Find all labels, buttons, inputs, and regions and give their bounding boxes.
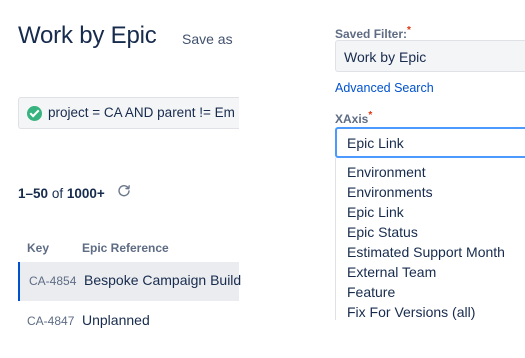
table-row[interactable]: CA-4847 Unplanned	[18, 302, 239, 341]
result-of-label: of	[51, 186, 64, 201]
result-range: 1–50	[18, 186, 49, 201]
dropdown-option[interactable]: Estimated Support Month	[336, 242, 525, 262]
advanced-search-link[interactable]: Advanced Search	[335, 81, 434, 95]
jql-query-field[interactable]: project = CA AND parent != Em	[18, 97, 239, 129]
xaxis-label-text: XAxis	[335, 112, 369, 126]
issue-key-link[interactable]: CA-4854	[29, 274, 76, 288]
check-circle-icon	[27, 106, 42, 121]
dropdown-option[interactable]: Feature	[336, 282, 525, 302]
result-count: 1–50 of 1000+	[18, 186, 105, 201]
dropdown-option[interactable]: Epic Status	[336, 222, 525, 242]
epic-reference-cell: Unplanned	[82, 312, 150, 328]
table-row[interactable]: CA-4854 Bespoke Campaign Build	[18, 262, 242, 301]
result-total: 1000+	[66, 186, 105, 201]
page-title: Work by Epic	[18, 22, 157, 49]
column-header-key[interactable]: Key	[27, 241, 49, 255]
save-as-button[interactable]: Save as	[182, 31, 233, 47]
xaxis-select[interactable]: Epic Link	[335, 127, 525, 158]
xaxis-label: XAxis*	[335, 110, 372, 126]
required-marker: *	[368, 110, 373, 121]
epic-reference-cell: Bespoke Campaign Build	[84, 272, 242, 288]
saved-filter-label: Saved Filter:*	[335, 25, 411, 41]
saved-filter-label-text: Saved Filter:	[335, 27, 408, 41]
dropdown-option[interactable]: External Team	[336, 262, 525, 282]
dropdown-option[interactable]: Fix For Versions (all)	[336, 302, 525, 320]
column-header-epic-reference[interactable]: Epic Reference	[82, 241, 169, 255]
refresh-icon[interactable]	[117, 183, 131, 197]
required-marker: *	[407, 25, 411, 36]
saved-filter-select[interactable]: Work by Epic	[335, 40, 525, 72]
dropdown-option[interactable]: Epic Link	[336, 202, 525, 222]
xaxis-dropdown-menu[interactable]: Environment Environments Epic Link Epic …	[335, 158, 525, 320]
jql-query-text: project = CA AND parent != Em	[48, 105, 235, 120]
saved-filter-value: Work by Epic	[344, 49, 427, 65]
dropdown-option[interactable]: Environments	[336, 182, 525, 202]
issue-key-link[interactable]: CA-4847	[27, 314, 74, 328]
dropdown-option[interactable]: Environment	[336, 162, 525, 182]
xaxis-value: Epic Link	[347, 135, 404, 151]
